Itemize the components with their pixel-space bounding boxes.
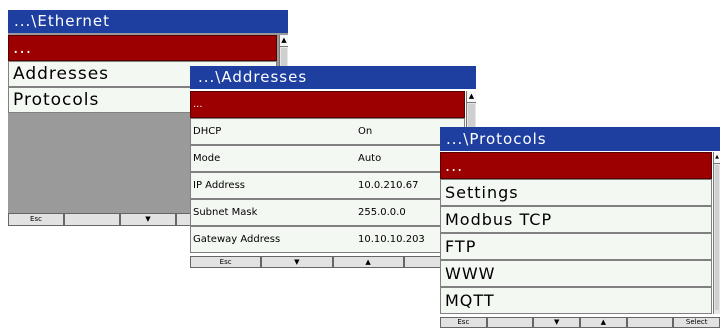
row-label: ... — [193, 99, 203, 110]
scroll-up-arrow-icon[interactable]: ▲ — [280, 35, 288, 47]
ethernet-item-parent[interactable]: ... — [8, 35, 277, 61]
protocols-item-modbus-tcp[interactable]: Modbus TCP — [440, 206, 712, 233]
addresses-list: ... DHCP On Mode Auto IP Address 10.0.21… — [190, 91, 465, 253]
protocols-title: ...\Protocols — [440, 127, 720, 151]
softkey-up[interactable]: ▲ — [580, 317, 627, 328]
protocols-item-parent[interactable]: ... — [440, 152, 712, 179]
protocols-item-settings[interactable]: Settings — [440, 179, 712, 206]
softkey-select[interactable]: Select — [673, 317, 720, 328]
protocols-panel: ...\Protocols ... Settings Modbus TCP FT… — [440, 127, 720, 328]
softkey-esc[interactable]: Esc — [440, 317, 487, 328]
softkey-down[interactable]: ▼ — [533, 317, 581, 328]
scroll-up-arrow-icon[interactable]: ▲ — [714, 152, 720, 164]
addresses-row-gateway-address[interactable]: Gateway Address 10.10.10.203 — [190, 226, 465, 253]
addresses-row-dhcp[interactable]: DHCP On — [190, 118, 465, 145]
softkey-blank-1[interactable] — [486, 317, 534, 328]
protocols-scrollbar[interactable]: ▲ — [713, 152, 720, 314]
row-value: 255.0.0.0 — [358, 207, 406, 218]
protocols-softkey-bar: Esc ▼ ▲ Select — [440, 317, 720, 328]
addresses-panel: ...\Addresses ... DHCP On Mode Auto IP A… — [190, 66, 476, 268]
row-label: Subnet Mask — [193, 207, 258, 218]
row-value: 10.10.10.203 — [358, 234, 425, 245]
scroll-up-arrow-icon[interactable]: ▲ — [467, 91, 476, 103]
addresses-softkey-bar: Esc ▼ ▲ S — [190, 256, 476, 268]
row-value: Auto — [358, 153, 382, 164]
row-value: On — [358, 126, 373, 137]
protocols-item-ftp[interactable]: FTP — [440, 233, 712, 260]
ethernet-title: ...\Ethernet — [8, 10, 288, 33]
softkey-esc[interactable]: Esc — [8, 213, 64, 226]
softkey-down[interactable]: ▼ — [261, 256, 333, 268]
addresses-row-ip-address[interactable]: IP Address 10.0.210.67 — [190, 172, 465, 199]
addresses-title: ...\Addresses — [190, 66, 476, 89]
row-label: Gateway Address — [193, 234, 281, 245]
row-value: 10.0.210.67 — [358, 180, 419, 191]
protocols-item-www[interactable]: WWW — [440, 260, 712, 287]
scroll-thumb[interactable] — [715, 165, 719, 310]
addresses-row-mode[interactable]: Mode Auto — [190, 145, 465, 172]
protocols-item-mqtt[interactable]: MQTT — [440, 287, 712, 314]
addresses-row-subnet-mask[interactable]: Subnet Mask 255.0.0.0 — [190, 199, 465, 226]
softkey-down[interactable]: ▼ — [120, 213, 176, 226]
softkey-up[interactable]: ▲ — [332, 256, 404, 268]
softkey-esc[interactable]: Esc — [190, 256, 262, 268]
protocols-list: ... Settings Modbus TCP FTP WWW MQTT — [440, 152, 712, 314]
row-label: Mode — [193, 153, 221, 164]
softkey-blank-1[interactable] — [64, 213, 120, 226]
row-label: IP Address — [193, 180, 245, 191]
softkey-blank-2[interactable] — [626, 317, 674, 328]
addresses-row-parent[interactable]: ... — [190, 91, 465, 118]
row-label: DHCP — [193, 126, 222, 137]
